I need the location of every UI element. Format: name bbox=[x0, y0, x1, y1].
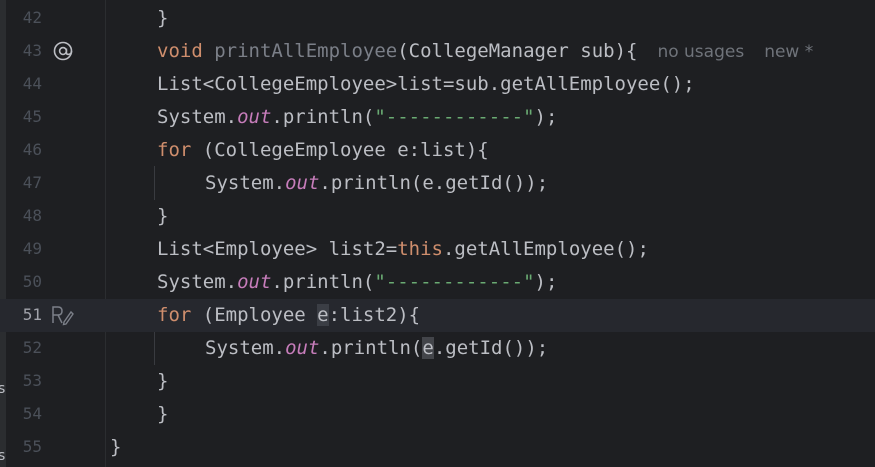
code-token: } bbox=[157, 403, 169, 425]
code-token: .println( bbox=[271, 271, 375, 293]
code-token: "------------" bbox=[374, 106, 535, 128]
code-text[interactable]: } bbox=[157, 369, 168, 393]
code-text[interactable]: System.out.println(e.getId()); bbox=[205, 336, 548, 360]
code-token: printAllEmployee bbox=[214, 40, 398, 62]
code-token: (CollegeEmployee e:list){ bbox=[202, 139, 489, 161]
code-text[interactable]: for (Employee e:list2){ bbox=[157, 303, 420, 327]
code-token: ); bbox=[534, 271, 558, 293]
line-number[interactable]: 44 bbox=[6, 74, 42, 93]
code-token: out bbox=[285, 172, 320, 194]
code-token: for bbox=[157, 304, 203, 326]
code-token: .println(e.getId()); bbox=[319, 172, 549, 194]
code-token: } bbox=[110, 436, 122, 458]
code-line[interactable]: 50 System.out.println("------------"); bbox=[0, 266, 875, 299]
code-line[interactable]: 46 for (CollegeEmployee e:list){ bbox=[0, 134, 875, 167]
code-text[interactable]: } bbox=[157, 204, 168, 228]
inlay-hint[interactable]: new * bbox=[764, 42, 813, 62]
code-token: System. bbox=[157, 106, 238, 128]
code-text[interactable]: List<Employee> list2=this.getAllEmployee… bbox=[157, 237, 649, 261]
code-token: .println( bbox=[319, 337, 423, 359]
code-token: this bbox=[397, 238, 443, 260]
code-token: e bbox=[317, 304, 329, 326]
code-token: :list2){ bbox=[328, 304, 421, 326]
line-number[interactable]: 50 bbox=[6, 272, 42, 291]
code-line[interactable]: 42} bbox=[0, 2, 875, 35]
code-token: void bbox=[157, 40, 215, 62]
line-number[interactable]: 48 bbox=[6, 206, 42, 225]
code-token: out bbox=[237, 271, 272, 293]
code-line[interactable]: 45 System.out.println("------------"); bbox=[0, 101, 875, 134]
code-token: ); bbox=[534, 106, 558, 128]
code-token: } bbox=[157, 370, 169, 392]
line-number[interactable]: 46 bbox=[6, 140, 42, 159]
line-number[interactable]: 49 bbox=[6, 239, 42, 258]
code-token: .getAllEmployee(); bbox=[442, 238, 649, 260]
code-line[interactable]: 53} bbox=[0, 365, 875, 398]
line-number[interactable]: 54 bbox=[6, 404, 42, 423]
code-token: for bbox=[157, 139, 203, 161]
code-token: List<CollegeEmployee>list=sub.getAllEmpl… bbox=[157, 73, 695, 95]
code-line[interactable]: 51 for (Employee e:list2){ bbox=[0, 299, 875, 332]
code-text[interactable]: System.out.println("------------"); bbox=[157, 270, 557, 294]
code-line[interactable]: 44 List<CollegeEmployee>list=sub.getAllEm… bbox=[0, 68, 875, 101]
code-line[interactable]: 49 List<Employee> list2=this.getAllEmploy… bbox=[0, 233, 875, 266]
code-token: System. bbox=[157, 271, 238, 293]
line-number[interactable]: 52 bbox=[6, 338, 42, 357]
at-icon[interactable] bbox=[50, 38, 76, 64]
code-line[interactable]: 55} bbox=[0, 431, 875, 464]
code-token: e bbox=[422, 337, 434, 359]
code-token: } bbox=[157, 205, 169, 227]
code-token: (Employee bbox=[202, 304, 318, 326]
code-text[interactable]: System.out.println(e.getId()); bbox=[205, 171, 548, 195]
code-line[interactable]: 47 System.out.println(e.getId()); bbox=[0, 167, 875, 200]
code-token: (CollegeManager sub){ bbox=[397, 40, 638, 62]
code-token: } bbox=[157, 7, 169, 29]
inlay-hint[interactable]: no usages bbox=[657, 42, 744, 62]
code-token: "------------" bbox=[374, 271, 535, 293]
code-line[interactable]: 54} bbox=[0, 398, 875, 431]
code-token: .println( bbox=[271, 106, 375, 128]
line-number[interactable]: 42 bbox=[6, 8, 42, 27]
code-token: List<Employee> list2= bbox=[157, 238, 398, 260]
code-text[interactable]: System.out.println("------------"); bbox=[157, 105, 557, 129]
code-token: out bbox=[237, 106, 272, 128]
code-token: System. bbox=[205, 172, 286, 194]
code-token: .getId()); bbox=[433, 337, 549, 359]
code-text[interactable]: void printAllEmployee(CollegeManager sub… bbox=[157, 39, 813, 64]
code-line[interactable]: 48} bbox=[0, 200, 875, 233]
code-text[interactable]: List<CollegeEmployee>list=sub.getAllEmpl… bbox=[157, 72, 695, 96]
code-text[interactable]: } bbox=[157, 6, 168, 30]
line-number[interactable]: 51 bbox=[6, 305, 42, 324]
line-number[interactable]: 43 bbox=[6, 41, 42, 60]
line-number[interactable]: 45 bbox=[6, 107, 42, 126]
code-text[interactable]: } bbox=[157, 402, 168, 426]
code-text[interactable]: } bbox=[110, 435, 121, 459]
code-line[interactable]: 43 void printAllEmployee(CollegeManager s… bbox=[0, 35, 875, 68]
code-line[interactable]: 52 System.out.println(e.getId()); bbox=[0, 332, 875, 365]
reader-mode-icon[interactable] bbox=[50, 302, 76, 328]
line-number[interactable]: 47 bbox=[6, 173, 42, 192]
line-number[interactable]: 53 bbox=[6, 371, 42, 390]
code-text[interactable]: for (CollegeEmployee e:list){ bbox=[157, 138, 489, 162]
code-editor[interactable]: s s 42} 43 void printAllEmployee(CollegeMa… bbox=[0, 0, 875, 467]
code-token: out bbox=[285, 337, 320, 359]
code-token: System. bbox=[205, 337, 286, 359]
line-number[interactable]: 55 bbox=[6, 437, 42, 456]
